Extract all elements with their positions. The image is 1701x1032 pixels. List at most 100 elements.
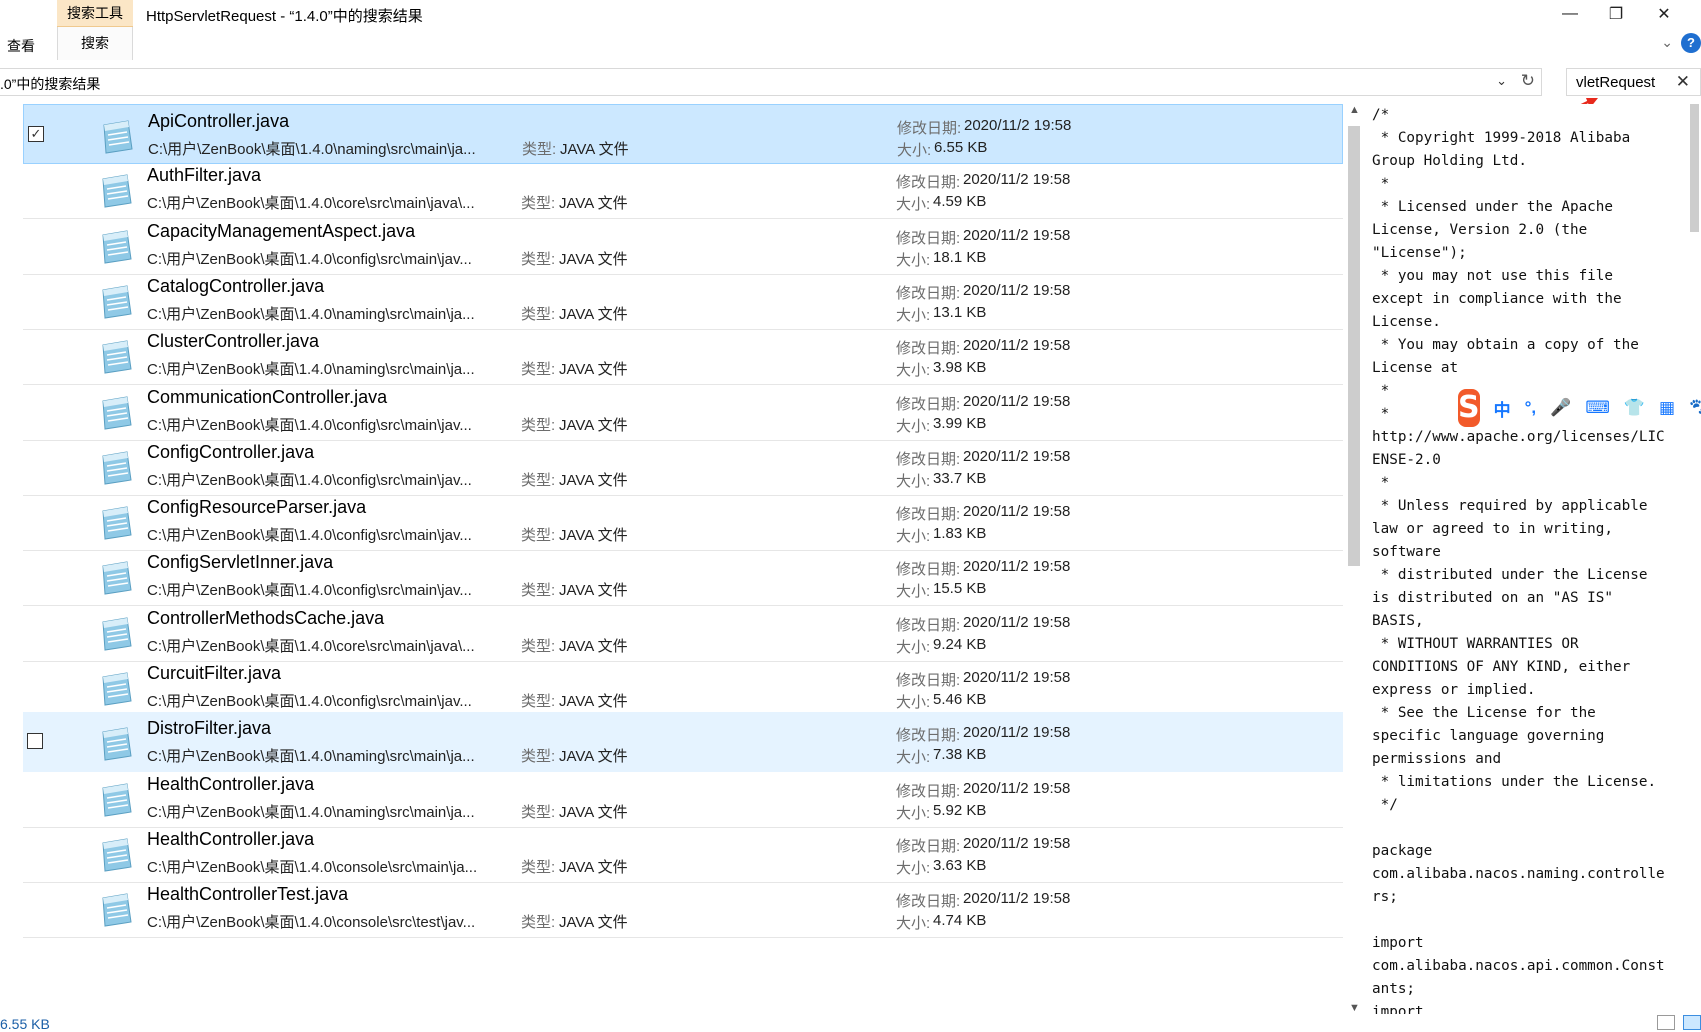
file-name[interactable]: ApiController.java (148, 111, 289, 132)
file-date: 2020/11/2 19:58 (963, 613, 1071, 631)
close-button[interactable]: ✕ (1641, 0, 1687, 28)
file-row[interactable]: HealthController.java C:\用户\ZenBook\桌面\1.… (23, 823, 1343, 883)
file-date: 2020/11/2 19:58 (963, 226, 1071, 244)
file-row[interactable]: ConfigResourceParser.java C:\用户\ZenBook\桌… (23, 491, 1343, 552)
file-date: 2020/11/2 19:58 (963, 447, 1071, 465)
file-row[interactable]: ControllerMethodsCache.java C:\用户\ZenBook… (23, 602, 1343, 662)
size-label: 大小: (896, 694, 931, 711)
status-bar: 6.55 KB (0, 1014, 1701, 1032)
ime-chinese-mode-icon[interactable]: 中 (1494, 396, 1511, 421)
search-query[interactable]: vletRequest (1576, 74, 1655, 91)
java-file-icon (102, 727, 132, 761)
help-icon[interactable]: ? (1681, 33, 1701, 53)
row-checkbox[interactable]: ✓ (28, 126, 44, 142)
size-label: 大小: (896, 804, 931, 822)
file-name[interactable]: DistroFilter.java (147, 718, 271, 739)
file-row[interactable]: CommunicationController.java C:\用户\ZenBoo… (23, 381, 1343, 441)
file-row[interactable]: CapacityManagementAspect.java C:\用户\ZenBo… (23, 215, 1343, 275)
size-label: 大小: (896, 859, 931, 877)
date-label: 修改日期: (896, 395, 961, 413)
file-name[interactable]: HealthController.java (147, 829, 314, 850)
list-scrollbar[interactable]: ▲ ▼ (1345, 104, 1363, 1014)
file-path: C:\用户\ZenBook\桌面\1.4.0\config\src\main\j… (147, 693, 472, 710)
file-row[interactable]: CatalogController.java C:\用户\ZenBook\桌面\1… (23, 270, 1343, 330)
file-row[interactable]: ClusterController.java C:\用户\ZenBook\桌面\1… (23, 325, 1343, 386)
clear-search-icon[interactable]: ✕ (1676, 72, 1690, 92)
preview-scrollbar[interactable] (1687, 104, 1701, 1014)
file-name[interactable]: HealthControllerTest.java (147, 884, 348, 905)
file-name[interactable]: CapacityManagementAspect.java (147, 221, 415, 242)
file-name[interactable]: ConfigController.java (147, 442, 314, 463)
minimize-button[interactable]: — (1547, 0, 1593, 28)
scroll-up-icon[interactable]: ▲ (1349, 104, 1360, 116)
size-label: 大小: (896, 417, 931, 435)
preview-scrollbar-thumb[interactable] (1690, 104, 1699, 232)
ime-pet-icon[interactable]: 🐾 (1689, 398, 1701, 418)
file-name[interactable]: ControllerMethodsCache.java (147, 608, 384, 629)
file-type: JAVA 文件 (559, 582, 628, 600)
date-label: 修改日期: (897, 120, 962, 137)
ime-toolbar[interactable]: S 中 °, 🎤 ⌨ 👕 ▦ 🐾 (1458, 388, 1701, 428)
date-label: 修改日期: (896, 284, 961, 302)
file-size: 6.55 KB (934, 139, 988, 156)
file-row[interactable]: CurcuitFilter.java C:\用户\ZenBook\桌面\1.4.0… (23, 657, 1343, 717)
file-row[interactable]: DistroFilter.java C:\用户\ZenBook\桌面\1.4.0\… (23, 712, 1343, 773)
address-dropdown-icon[interactable]: ⌄ (1496, 73, 1507, 89)
file-date: 2020/11/2 19:58 (963, 171, 1071, 189)
status-size: 6.55 KB (0, 1016, 50, 1032)
file-path: C:\用户\ZenBook\桌面\1.4.0\naming\src\main\j… (148, 141, 476, 158)
ime-voice-icon[interactable]: 🎤 (1550, 398, 1571, 418)
file-path: C:\用户\ZenBook\桌面\1.4.0\config\src\main\j… (147, 582, 472, 600)
file-name[interactable]: CommunicationController.java (147, 387, 387, 408)
file-type: JAVA 文件 (559, 858, 628, 876)
tab-search[interactable]: 搜索 (57, 27, 133, 60)
scroll-down-icon[interactable]: ▼ (1349, 1002, 1360, 1014)
ime-keyboard-icon[interactable]: ⌨ (1585, 398, 1610, 418)
address-bar[interactable]: .0”中的搜索结果 ⌄ ↻ (0, 68, 1542, 96)
file-name[interactable]: HealthController.java (147, 774, 314, 795)
address-text[interactable]: .0”中的搜索结果 (0, 74, 100, 94)
row-checkbox[interactable] (27, 733, 43, 750)
file-row[interactable]: HealthController.java C:\用户\ZenBook\桌面\1.… (23, 768, 1343, 828)
file-type: JAVA 文件 (559, 803, 628, 821)
file-path: C:\用户\ZenBook\桌面\1.4.0\naming\src\main\j… (147, 361, 475, 379)
file-row[interactable]: ConfigServletInner.java C:\用户\ZenBook\桌面\… (23, 546, 1343, 607)
size-label: 大小: (896, 472, 931, 490)
file-size: 4.59 KB (933, 193, 987, 211)
details-view-icon[interactable] (1657, 1015, 1675, 1030)
file-name[interactable]: AuthFilter.java (147, 165, 261, 186)
ribbon-collapse-icon[interactable]: ⌄ (1661, 34, 1673, 51)
java-file-icon (102, 174, 132, 208)
file-name[interactable]: CatalogController.java (147, 276, 324, 297)
sogou-logo-icon[interactable]: S (1458, 389, 1480, 427)
file-name[interactable]: CurcuitFilter.java (147, 663, 281, 684)
scrollbar-thumb[interactable] (1348, 126, 1360, 566)
search-input[interactable]: vletRequest ✕ (1566, 68, 1701, 96)
file-name[interactable]: ConfigResourceParser.java (147, 497, 366, 518)
file-row[interactable]: HealthControllerTest.java C:\用户\ZenBook\桌… (23, 878, 1343, 939)
ime-punctuation-icon[interactable]: °, (1525, 398, 1537, 418)
file-name[interactable]: ConfigServletInner.java (147, 552, 333, 573)
file-list: ✓ ApiController.java C:\用户\ZenBook\桌面\1.4.… (0, 104, 1344, 1014)
java-file-icon (102, 838, 132, 872)
file-size: 3.99 KB (933, 414, 987, 432)
file-size: 18.1 KB (933, 248, 987, 266)
java-file-icon (102, 506, 132, 540)
refresh-icon[interactable]: ↻ (1521, 71, 1535, 91)
file-size: 3.63 KB (933, 856, 987, 874)
file-row[interactable]: ✓ ApiController.java C:\用户\ZenBook\桌面\1.4.… (23, 104, 1343, 164)
date-label: 修改日期: (896, 616, 961, 634)
file-path: C:\用户\ZenBook\桌面\1.4.0\config\src\main\j… (147, 527, 472, 545)
file-size: 1.83 KB (933, 525, 987, 543)
file-row[interactable]: ConfigController.java C:\用户\ZenBook\桌面\1.… (23, 436, 1343, 496)
ime-toolbox-icon[interactable]: ▦ (1659, 398, 1675, 418)
maximize-button[interactable]: ❐ (1593, 0, 1639, 28)
type-label: 类型: (522, 141, 557, 158)
type-label: 类型: (521, 637, 556, 655)
file-row[interactable]: AuthFilter.java C:\用户\ZenBook\桌面\1.4.0\co… (23, 159, 1343, 220)
tab-view[interactable]: 查看 (7, 36, 35, 56)
type-label: 类型: (521, 858, 556, 876)
content-view-icon[interactable] (1683, 1015, 1701, 1030)
ime-skin-icon[interactable]: 👕 (1624, 398, 1645, 418)
file-name[interactable]: ClusterController.java (147, 331, 319, 352)
